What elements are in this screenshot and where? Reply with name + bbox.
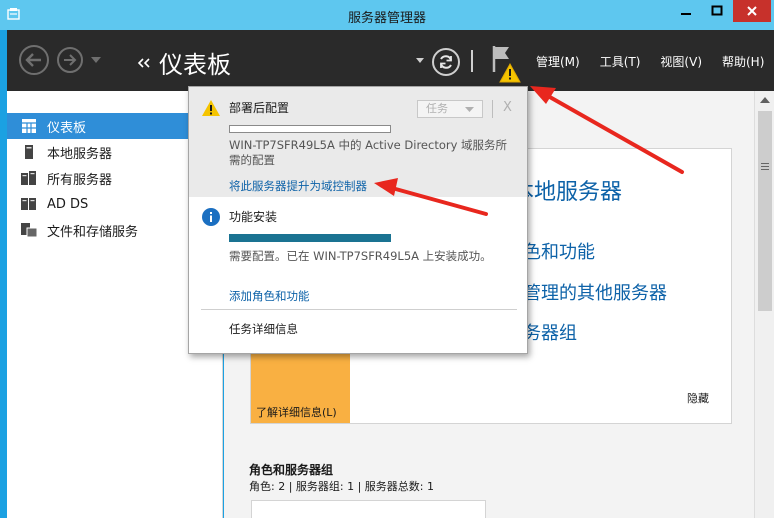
- arrow-right-icon: [64, 54, 77, 66]
- popup-divider: [492, 100, 493, 118]
- feature-install-message: 需要配置。已在 WIN-TP7SFR49L5A 上安装成功。: [229, 249, 492, 263]
- feature-install-title: 功能安装: [229, 210, 278, 224]
- menu-help[interactable]: 帮助(H): [722, 53, 764, 70]
- server-icon: [21, 144, 37, 160]
- maximize-button[interactable]: [702, 0, 732, 22]
- page-title: 仪表板: [159, 51, 231, 79]
- create-server-group-link[interactable]: 务器组: [523, 319, 577, 345]
- scrollbar-thumb[interactable]: [758, 111, 772, 311]
- hide-link[interactable]: 隐藏: [687, 390, 709, 406]
- refresh-dropdown-icon[interactable]: [416, 58, 424, 63]
- configure-local-server-link[interactable]: 本地服务器: [512, 174, 622, 206]
- notifications-button[interactable]: [490, 44, 526, 84]
- roles-heading: 角色和服务器组: [249, 463, 334, 477]
- chevron-down-icon: [465, 107, 474, 112]
- feature-install-progress: [229, 234, 391, 242]
- sidebar-item-label: 本地服务器: [47, 146, 113, 162]
- scrollbar-grip: [761, 163, 769, 172]
- task-dropdown[interactable]: 任务: [417, 100, 483, 118]
- notification-flag-icon: [492, 46, 521, 83]
- notifications-popup: 部署后配置 任务 X WIN-TP7SFR49L5A 中的 Active Dir…: [188, 86, 528, 354]
- history-dropdown-icon[interactable]: [91, 57, 101, 63]
- roles-summary: 角色: 2 | 服务器组: 1 | 服务器总数: 1: [249, 480, 435, 493]
- arrow-left-icon: [25, 53, 41, 67]
- warning-icon: [202, 100, 220, 116]
- refresh-button[interactable]: [432, 48, 460, 76]
- header-bar: 仪表板 管理(M) 工具(T) 视图(V) 帮助(H): [7, 30, 774, 91]
- file-storage-icon: [21, 222, 37, 238]
- close-button[interactable]: [733, 0, 771, 22]
- add-roles-features-link[interactable]: 色和功能: [523, 238, 595, 264]
- post-deploy-progress: [229, 125, 391, 133]
- add-other-servers-link[interactable]: 管理的其他服务器: [523, 279, 667, 305]
- info-icon: [202, 208, 220, 226]
- post-deploy-message: WIN-TP7SFR49L5A 中的 Active Directory 域服务所…: [229, 138, 508, 167]
- breadcrumb: 仪表板: [137, 45, 231, 80]
- double-chevron-left-icon: [137, 57, 150, 68]
- task-dropdown-label: 任务: [426, 102, 448, 115]
- minimize-icon: [681, 13, 691, 15]
- forward-button[interactable]: [57, 47, 83, 73]
- ad-ds-icon: [21, 196, 37, 212]
- window-title: 服务器管理器: [347, 11, 426, 26]
- title-bar: 服务器管理器: [0, 0, 774, 30]
- refresh-icon: [440, 55, 452, 69]
- menu-view[interactable]: 视图(V): [660, 53, 702, 70]
- menu-tools[interactable]: 工具(T): [600, 53, 641, 70]
- header-menu: 管理(M) 工具(T) 视图(V) 帮助(H): [536, 53, 764, 70]
- close-icon: [747, 6, 757, 16]
- learn-more-link[interactable]: 了解详细信息(L): [256, 404, 337, 420]
- sidebar-item-label: 文件和存储服务: [47, 224, 139, 240]
- role-tile[interactable]: [251, 500, 486, 518]
- task-details-link[interactable]: 任务详细信息: [229, 321, 298, 337]
- menu-manage[interactable]: 管理(M): [536, 53, 580, 70]
- dismiss-button[interactable]: X: [503, 100, 512, 115]
- sidebar-item-label: 仪表板: [47, 120, 87, 136]
- servers-icon: [21, 170, 37, 186]
- add-roles-features-popup-link[interactable]: 添加角色和功能: [229, 288, 310, 304]
- scroll-up-icon[interactable]: [760, 97, 770, 103]
- vertical-scrollbar[interactable]: [754, 91, 774, 518]
- sidebar-item-label: 所有服务器: [47, 172, 113, 188]
- popup-separator: [201, 309, 517, 310]
- minimize-button[interactable]: [671, 0, 701, 22]
- header-divider: [471, 50, 473, 72]
- dashboard-icon: [21, 118, 37, 134]
- promote-dc-link[interactable]: 将此服务器提升为域控制器: [229, 178, 367, 194]
- maximize-icon: [711, 5, 723, 16]
- sidebar-item-label: AD DS: [47, 196, 89, 212]
- post-deploy-title: 部署后配置: [229, 101, 290, 115]
- back-button[interactable]: [19, 45, 49, 75]
